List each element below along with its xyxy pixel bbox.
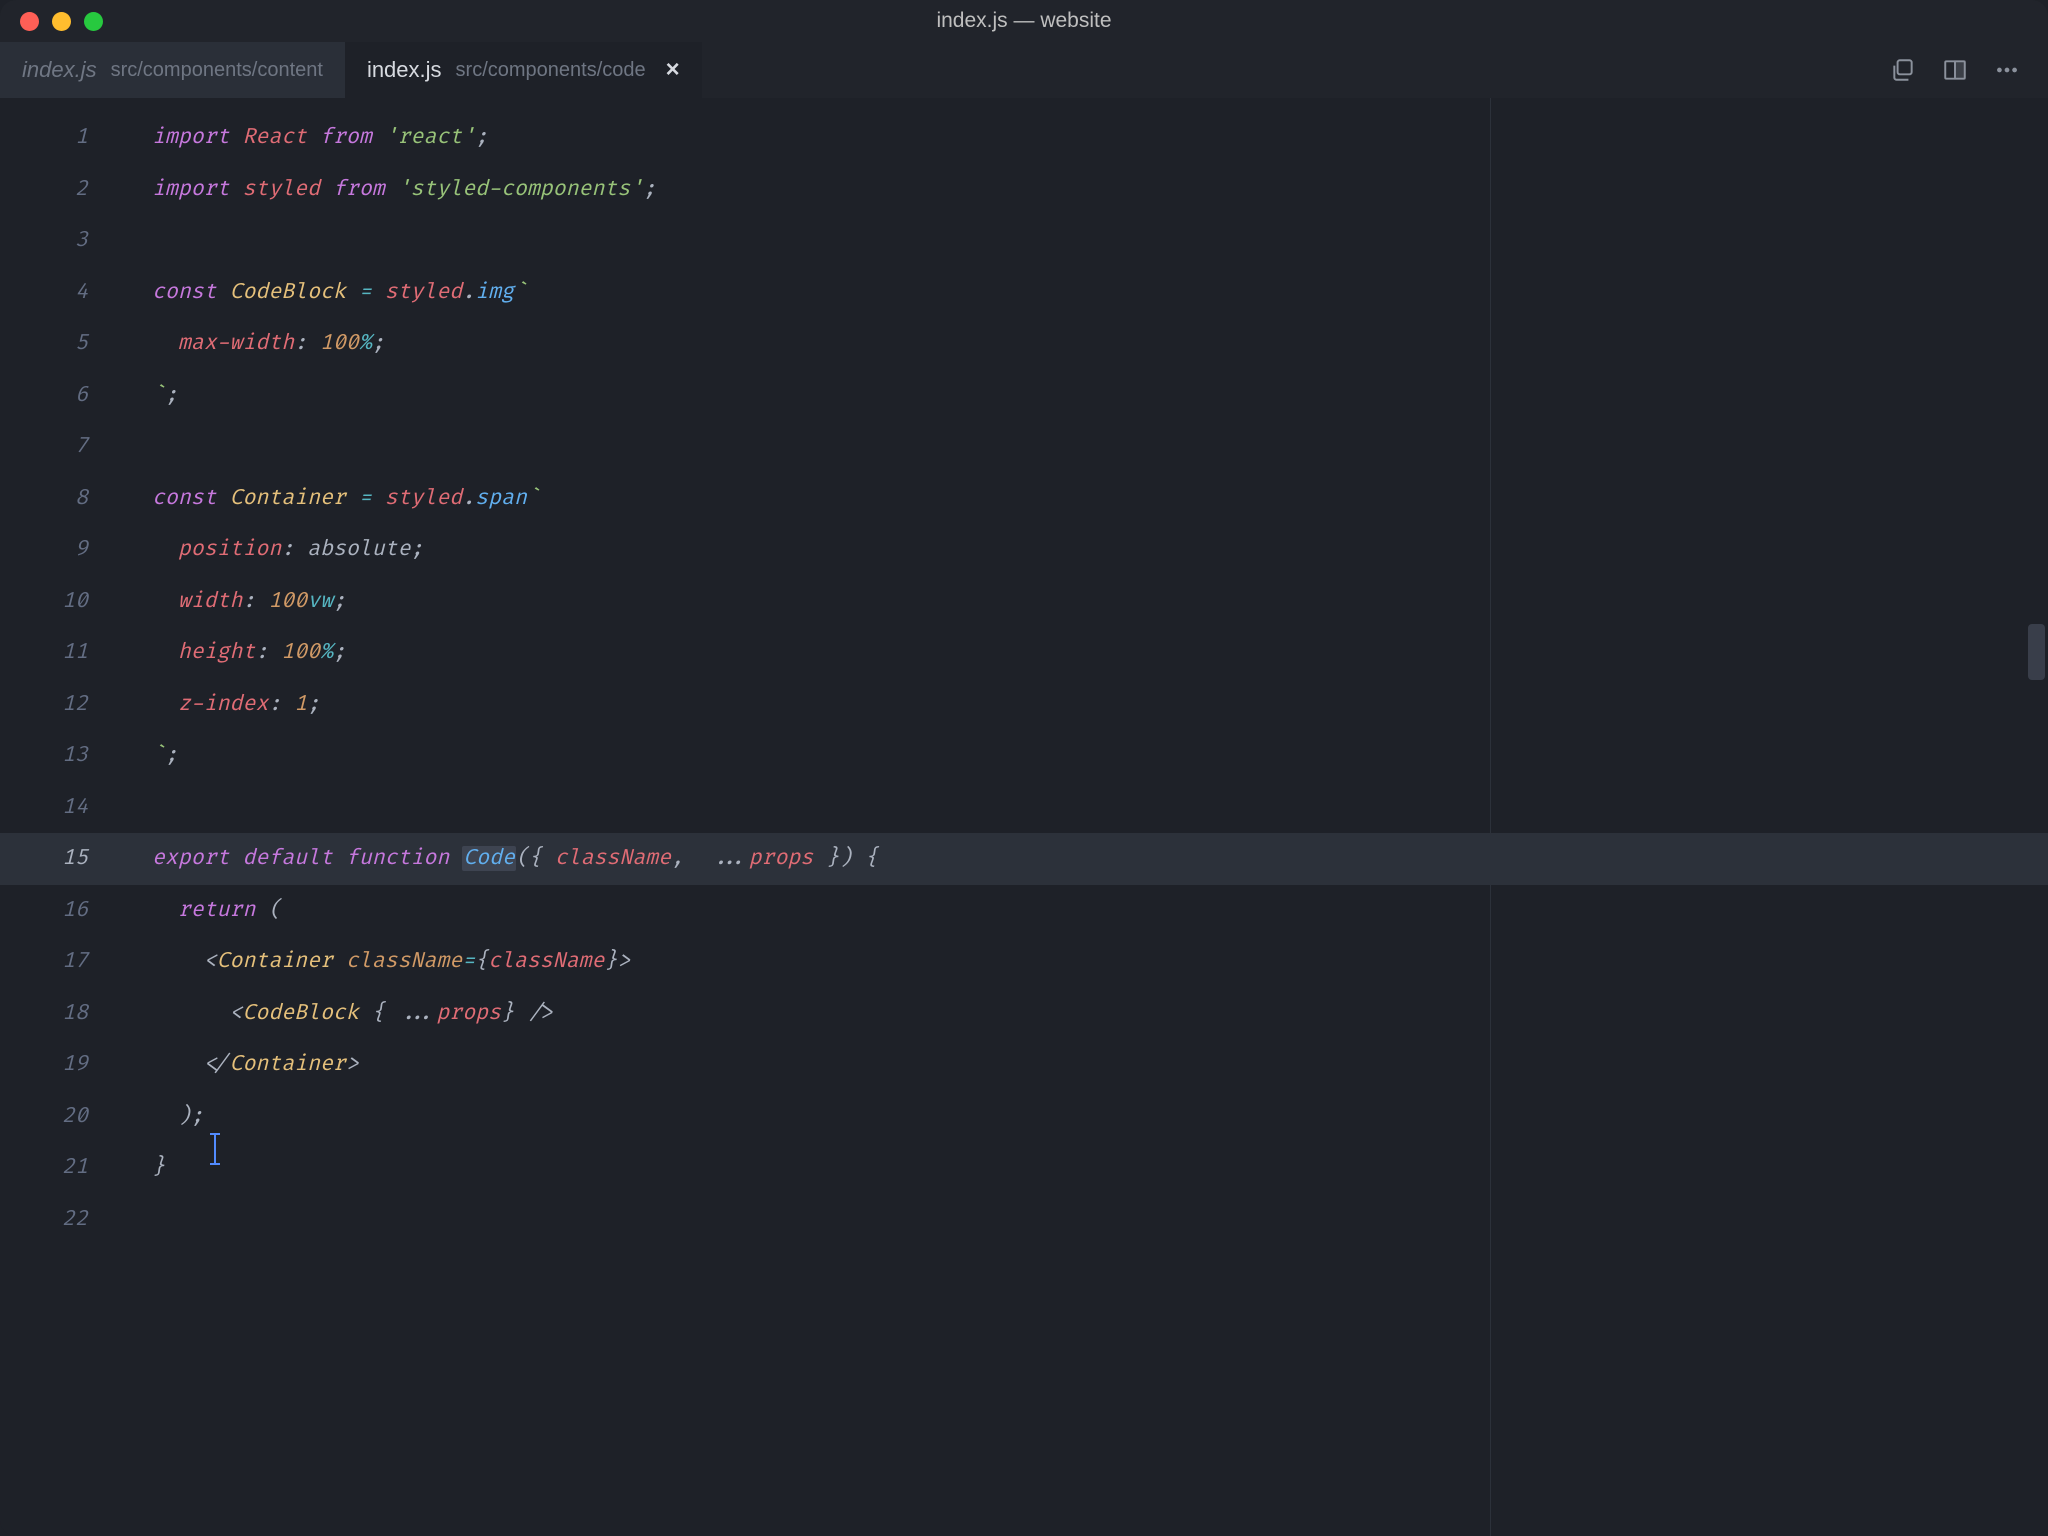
- code-line[interactable]: import React from 'react';: [152, 112, 2048, 164]
- line-number: 21: [0, 1142, 120, 1194]
- code-line[interactable]: return (: [152, 885, 2048, 937]
- code-line[interactable]: height: 100%;: [152, 627, 2048, 679]
- line-number: 3: [0, 215, 120, 267]
- code-line[interactable]: max-width: 100%;: [152, 318, 2048, 370]
- tab-content-index[interactable]: index.js src/components/content: [0, 42, 345, 98]
- more-actions-icon[interactable]: [1994, 57, 2020, 83]
- line-number: 18: [0, 988, 120, 1040]
- line-number: 1: [0, 112, 120, 164]
- code-line[interactable]: position: absolute;: [152, 524, 2048, 576]
- code-line[interactable]: );: [152, 1091, 2048, 1143]
- code-line[interactable]: [152, 782, 2048, 834]
- line-number: 19: [0, 1039, 120, 1091]
- code-line[interactable]: `;: [152, 370, 2048, 422]
- tab-path: src/components/code: [456, 59, 646, 82]
- window-minimize-button[interactable]: [52, 12, 71, 31]
- titlebar: index.js — website: [0, 0, 2048, 42]
- open-changes-icon[interactable]: [1890, 57, 1916, 83]
- line-number: 5: [0, 318, 120, 370]
- code-line[interactable]: }: [152, 1142, 2048, 1194]
- code-line[interactable]: `;: [152, 730, 2048, 782]
- code-line[interactable]: export default function Code({ className…: [152, 833, 2048, 885]
- code-line[interactable]: const CodeBlock = styled.img`: [152, 267, 2048, 319]
- code-line[interactable]: [152, 1194, 2048, 1246]
- code-line[interactable]: <CodeBlock { ...props} />: [152, 988, 2048, 1040]
- editor-area[interactable]: 12345678910111213141516171819202122 impo…: [0, 98, 2048, 1536]
- tab-name: index.js: [367, 57, 442, 83]
- window-zoom-button[interactable]: [84, 12, 103, 31]
- line-number: 6: [0, 370, 120, 422]
- code-line[interactable]: z-index: 1;: [152, 679, 2048, 731]
- traffic-lights: [0, 12, 103, 31]
- line-number: 8: [0, 473, 120, 525]
- line-number: 20: [0, 1091, 120, 1143]
- tab-bar: index.js src/components/content index.js…: [0, 42, 2048, 98]
- line-number: 15: [0, 833, 120, 885]
- line-number: 11: [0, 627, 120, 679]
- code-line[interactable]: </Container>: [152, 1039, 2048, 1091]
- line-number: 14: [0, 782, 120, 834]
- line-number: 22: [0, 1194, 120, 1246]
- line-number: 2: [0, 164, 120, 216]
- line-number: 7: [0, 421, 120, 473]
- code-content[interactable]: import React from 'react';import styled …: [120, 98, 2048, 1536]
- code-line[interactable]: <Container className={className}>: [152, 936, 2048, 988]
- line-number: 17: [0, 936, 120, 988]
- window-close-button[interactable]: [20, 12, 39, 31]
- line-number: 4: [0, 267, 120, 319]
- line-number: 16: [0, 885, 120, 937]
- tab-close-icon[interactable]: ×: [666, 56, 680, 84]
- tab-name: index.js: [22, 57, 97, 83]
- window-title: index.js — website: [0, 9, 2048, 33]
- editor-actions: [1890, 42, 2048, 98]
- line-number-gutter: 12345678910111213141516171819202122: [0, 98, 120, 1536]
- code-line[interactable]: [152, 215, 2048, 267]
- line-number: 10: [0, 576, 120, 628]
- code-line[interactable]: const Container = styled.span`: [152, 473, 2048, 525]
- split-editor-icon[interactable]: [1942, 57, 1968, 83]
- code-line[interactable]: import styled from 'styled-components';: [152, 164, 2048, 216]
- line-number: 13: [0, 730, 120, 782]
- tab-code-index[interactable]: index.js src/components/code ×: [345, 42, 702, 98]
- line-number: 12: [0, 679, 120, 731]
- tab-path: src/components/content: [111, 59, 323, 82]
- code-line[interactable]: width: 100vw;: [152, 576, 2048, 628]
- line-number: 9: [0, 524, 120, 576]
- editor-window: index.js — website index.js src/componen…: [0, 0, 2048, 1536]
- code-line[interactable]: [152, 421, 2048, 473]
